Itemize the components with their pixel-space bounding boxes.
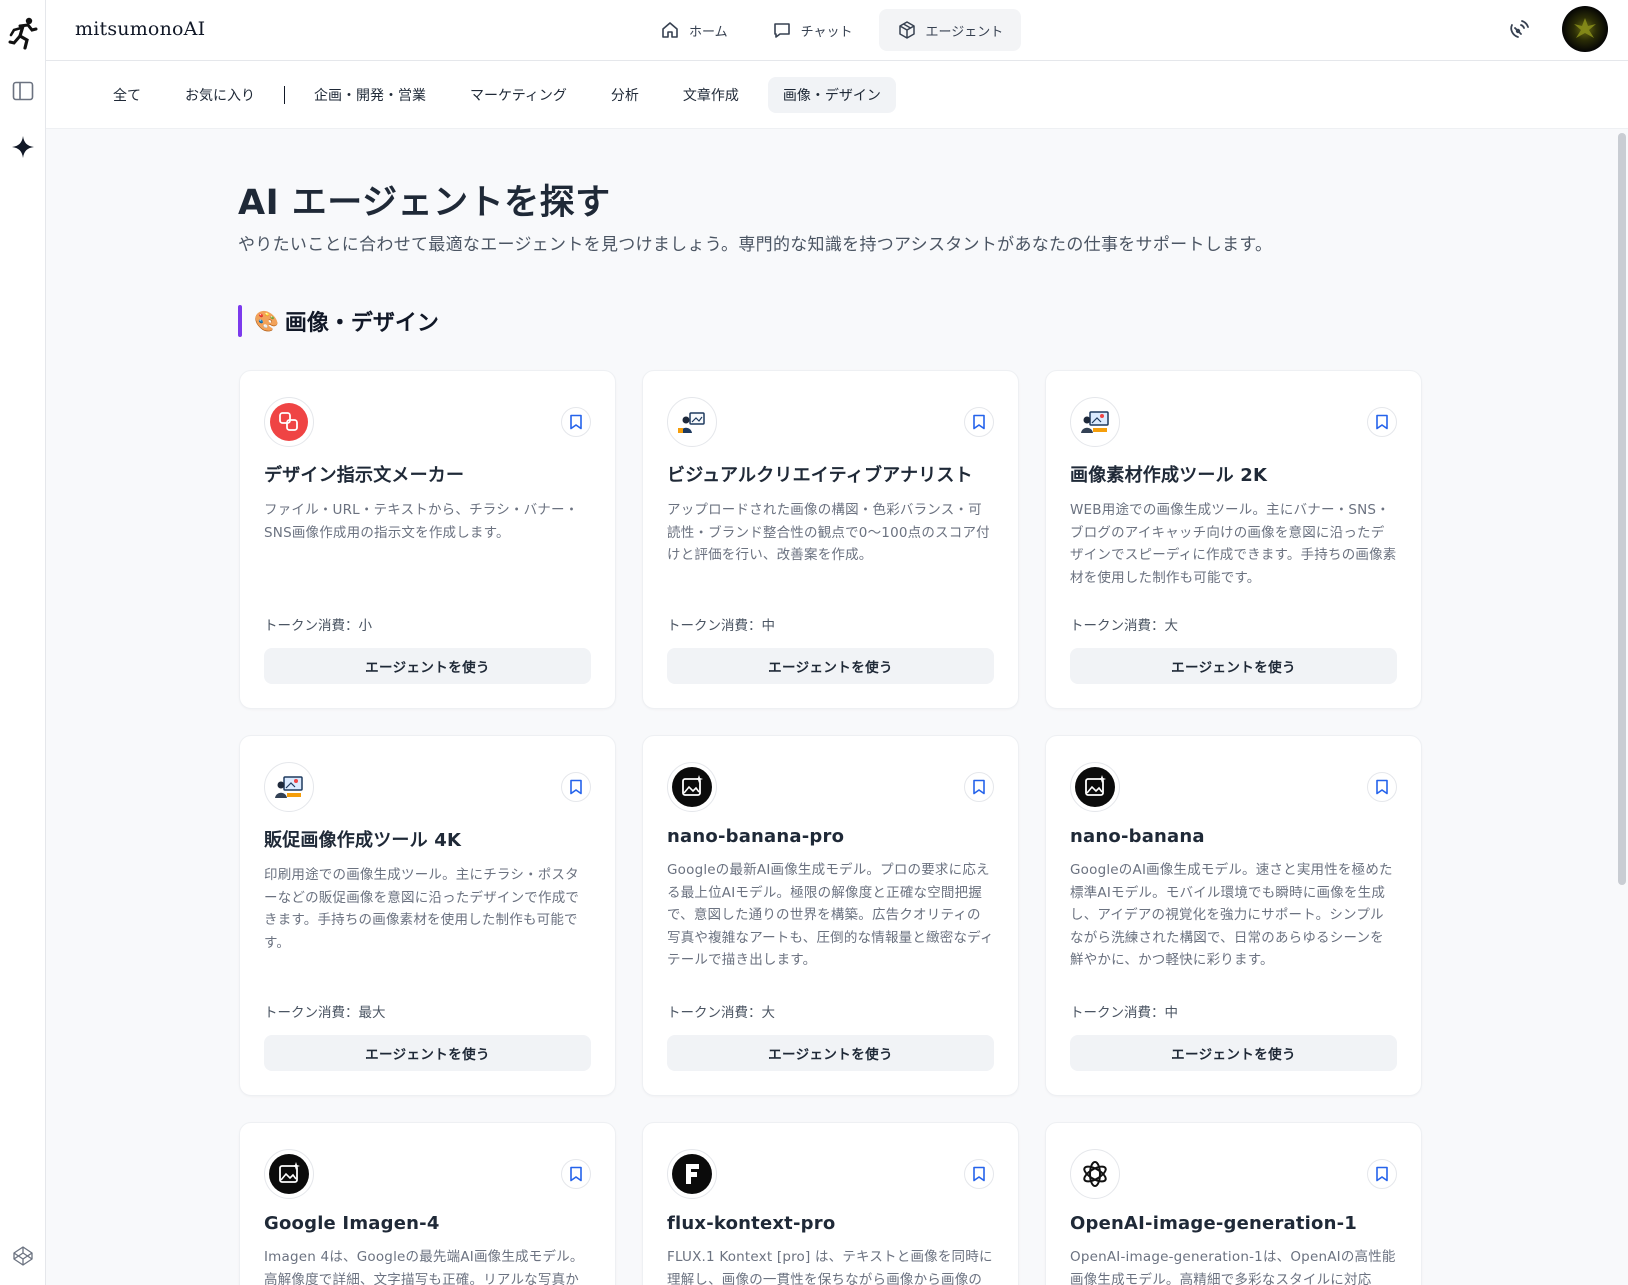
agent-description: WEB用途での画像生成ツール。主にバナー・SNS・ブログのアイキャッチ向けの画像… — [1070, 502, 1397, 586]
tab-favorites[interactable]: お気に入り — [170, 77, 270, 113]
agent-title: Google Imagen-4 — [264, 1213, 440, 1234]
chat-icon — [772, 20, 792, 40]
flux-icon — [667, 1149, 717, 1199]
agent-card: ビジュアルクリエイティブアナリスト アップロードされた画像の構図・色彩バランス・… — [642, 370, 1019, 709]
bookmark-icon[interactable] — [561, 407, 591, 437]
openai-icon — [1070, 1149, 1120, 1199]
nav-agent[interactable]: エージェント — [878, 9, 1022, 51]
top-bar: mitsumonoAI ホーム チャット エージェント — [46, 0, 1628, 61]
image-sparkle-icon — [667, 762, 717, 812]
left-rail — [0, 0, 46, 1285]
designer-icon — [264, 762, 314, 812]
section-title: 画像・デザイン — [284, 311, 439, 336]
main-nav: ホーム チャット エージェント — [642, 9, 1022, 51]
agent-card: nano-banana GoogleのAI画像生成モデル。速さと実用性を極めた標… — [1045, 735, 1422, 1096]
nav-chat-label: チャット — [800, 24, 853, 40]
agent-title: ビジュアルクリエイティブアナリスト — [667, 465, 973, 486]
agent-description: FLUX.1 Kontext [pro] は、テキストと画像を同時に理解し、画像… — [667, 1249, 993, 1285]
bookmark-icon[interactable] — [1367, 407, 1397, 437]
image-sparkle-icon — [1070, 762, 1120, 812]
bookmark-icon[interactable] — [561, 772, 591, 802]
agent-title: OpenAI-image-generation-1 — [1070, 1213, 1358, 1234]
nav-agent-label: エージェント — [925, 24, 1004, 40]
tab-writing[interactable]: 文章作成 — [668, 77, 754, 113]
use-agent-button[interactable]: エージェントを使う — [667, 648, 994, 684]
token-usage: トークン消費：大 — [1070, 618, 1178, 634]
agent-description: Imagen 4は、Googleの最先端AI画像生成モデル。高解像度で詳細、文字… — [264, 1249, 584, 1285]
use-agent-button[interactable]: エージェントを使う — [1070, 648, 1397, 684]
brand-name[interactable]: mitsumonoAI — [75, 18, 205, 40]
tab-marketing[interactable]: マーケティング — [455, 77, 582, 113]
bookmark-icon[interactable] — [964, 772, 994, 802]
bookmark-icon[interactable] — [561, 1159, 591, 1189]
satellite-icon[interactable] — [1506, 17, 1532, 43]
cube-icon — [897, 20, 917, 40]
main-content: AI エージェントを探す やりたいことに合わせて最適なエージェントを見つけましょ… — [46, 130, 1616, 1285]
analyst-icon — [667, 397, 717, 447]
use-agent-button[interactable]: エージェントを使う — [667, 1035, 994, 1071]
agent-title: nano-banana — [1070, 826, 1205, 847]
codepen-icon[interactable] — [8, 1241, 38, 1271]
section-header: 🎨 画像・デザイン — [238, 305, 439, 337]
bookmark-icon[interactable] — [964, 1159, 994, 1189]
agent-card: デザイン指示文メーカー ファイル・URL・テキストから、チラシ・バナー・SNS画… — [239, 370, 616, 709]
agent-card: 販促画像作成ツール 4K 印刷用途での画像生成ツール。主にチラシ・ポスターなどの… — [239, 735, 616, 1096]
agent-description: 印刷用途での画像生成ツール。主にチラシ・ポスターなどの販促画像を意図に沿ったデザ… — [264, 867, 580, 951]
sidebar-toggle-icon[interactable] — [8, 76, 38, 106]
agent-description: GoogleのAI画像生成モデル。速さと実用性を極めた標準AIモデル。モバイル環… — [1070, 862, 1393, 968]
agent-card: Google Imagen-4 Imagen 4は、Googleの最先端AI画像… — [239, 1122, 616, 1285]
token-usage: トークン消費：最大 — [264, 1005, 386, 1021]
bookmark-icon[interactable] — [964, 407, 994, 437]
tab-analysis[interactable]: 分析 — [596, 77, 654, 113]
agent-title: 画像素材作成ツール 2K — [1070, 465, 1268, 486]
agent-card: OpenAI-image-generation-1 OpenAI-image-g… — [1045, 1122, 1422, 1285]
use-agent-button[interactable]: エージェントを使う — [1070, 1035, 1397, 1071]
page-title: AI エージェントを探す — [238, 183, 611, 223]
category-bar: 全て お気に入り 企画・開発・営業 マーケティング 分析 文章作成 画像・デザイ… — [46, 61, 1628, 129]
agent-card: flux-kontext-pro FLUX.1 Kontext [pro] は、… — [642, 1122, 1019, 1285]
bookmark-icon[interactable] — [1367, 1159, 1397, 1189]
shapes-icon — [264, 397, 314, 447]
use-agent-button[interactable]: エージェントを使う — [264, 648, 591, 684]
token-usage: トークン消費：中 — [667, 618, 775, 634]
agent-description: OpenAI-image-generation-1は、OpenAIの高性能画像生… — [1070, 1249, 1396, 1285]
tab-image-design[interactable]: 画像・デザイン — [767, 77, 896, 113]
tab-planning[interactable]: 企画・開発・営業 — [299, 77, 441, 113]
nav-home[interactable]: ホーム — [642, 9, 746, 51]
agent-title: 販促画像作成ツール 4K — [264, 830, 462, 851]
scrollbar-thumb[interactable] — [1618, 133, 1626, 885]
agent-description: アップロードされた画像の構図・色彩バランス・可読性・ブランド整合性の観点で0〜1… — [667, 502, 990, 563]
agent-title: nano-banana-pro — [667, 826, 845, 847]
agent-card: 画像素材作成ツール 2K WEB用途での画像生成ツール。主にバナー・SNS・ブロ… — [1045, 370, 1422, 709]
agent-card: nano-banana-pro Googleの最新AI画像生成モデル。プロの要求… — [642, 735, 1019, 1096]
nav-home-label: ホーム — [689, 24, 728, 40]
designer-icon — [1070, 397, 1120, 447]
tab-all[interactable]: 全て — [98, 77, 156, 113]
user-avatar[interactable] — [1562, 6, 1608, 52]
agent-title: flux-kontext-pro — [667, 1213, 836, 1234]
page-subtitle: やりたいことに合わせて最適なエージェントを見つけましょう。専門的な知識を持つアシ… — [238, 235, 1273, 255]
palette-icon: 🎨 — [254, 309, 279, 333]
agent-title: デザイン指示文メーカー — [264, 465, 465, 486]
agent-description: Googleの最新AI画像生成モデル。プロの要求に応える最上位AIモデル。極限の… — [667, 862, 994, 968]
agent-grid: デザイン指示文メーカー ファイル・URL・テキストから、チラシ・バナー・SNS画… — [239, 370, 1422, 1285]
nav-chat[interactable]: チャット — [754, 9, 871, 51]
runner-logo-icon[interactable] — [6, 16, 40, 52]
token-usage: トークン消費：中 — [1070, 1005, 1178, 1021]
token-usage: トークン消費：小 — [264, 618, 372, 634]
sparkle-icon[interactable] — [8, 132, 38, 162]
home-icon — [660, 20, 680, 40]
token-usage: トークン消費：大 — [667, 1005, 775, 1021]
agent-description: ファイル・URL・テキストから、チラシ・バナー・SNS画像作成用の指示文を作成し… — [264, 502, 579, 541]
bookmark-icon[interactable] — [1367, 772, 1397, 802]
section-accent-bar — [238, 305, 242, 337]
image-sparkle-icon — [264, 1149, 314, 1199]
category-divider — [284, 86, 285, 104]
category-tabs: 全て お気に入り 企画・開発・営業 マーケティング 分析 文章作成 画像・デザイ… — [98, 77, 910, 113]
use-agent-button[interactable]: エージェントを使う — [264, 1035, 591, 1071]
